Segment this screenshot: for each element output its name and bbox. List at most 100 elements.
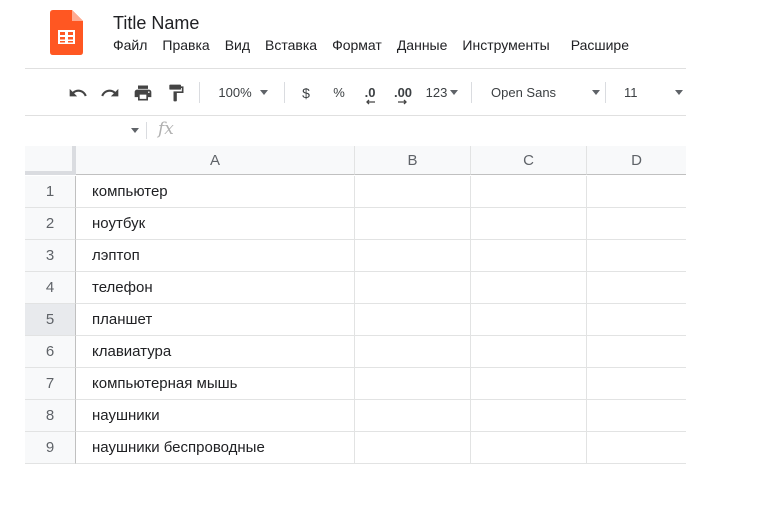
row-header-selected[interactable]: 5 [25,304,76,336]
table-row: 8 наушники [25,400,686,432]
toolbar-separator [605,82,606,103]
cell-c5[interactable] [471,304,587,336]
row-header[interactable]: 6 [25,336,76,368]
cell-a9[interactable]: наушники беспроводные [76,432,355,464]
cell-b9[interactable] [355,432,471,464]
column-header-c[interactable]: C [471,146,587,175]
paint-format-button[interactable] [163,70,189,115]
cell-d4[interactable] [587,272,686,304]
print-button[interactable] [130,70,156,115]
formula-input[interactable] [185,116,685,145]
header-divider [25,68,686,69]
name-box[interactable] [25,116,143,145]
cell-d9[interactable] [587,432,686,464]
zoom-value: 100% [218,85,252,100]
cell-d2[interactable] [587,208,686,240]
cell-c6[interactable] [471,336,587,368]
menu-data[interactable]: Данные [397,37,448,53]
cell-c2[interactable] [471,208,587,240]
sheets-logo-icon[interactable] [50,10,83,55]
redo-icon [101,88,119,96]
cell-b1[interactable] [355,176,471,208]
cell-d6[interactable] [587,336,686,368]
table-row: 4 телефон [25,272,686,304]
currency-format-button[interactable]: $ [296,70,316,115]
column-header-b[interactable]: B [355,146,471,175]
cell-d5[interactable] [587,304,686,336]
chevron-down-icon [592,90,600,95]
toolbar-separator [284,82,285,103]
toolbar-separator [199,82,200,103]
arrow-left-icon [366,99,375,105]
font-select[interactable]: Open Sans [482,70,600,115]
spreadsheet-grid: A B C D 1 компьютер 2 ноутбук 3 лэптоп 4… [25,146,686,465]
cell-c4[interactable] [471,272,587,304]
cell-a7[interactable]: компьютерная мышь [76,368,355,400]
column-header-a[interactable]: A [76,146,355,175]
paint-format-icon [169,84,184,101]
cell-a5[interactable]: планшет [76,304,355,336]
menu-bar: Файл Правка Вид Вставка Формат Данные Ин… [113,37,629,53]
row-header[interactable]: 9 [25,432,76,464]
menu-view[interactable]: Вид [225,37,250,53]
cell-d3[interactable] [587,240,686,272]
more-formats-button[interactable]: 123 [422,70,462,115]
cell-a8[interactable]: наушники [76,400,355,432]
menu-tools[interactable]: Инструменты [462,37,549,53]
select-all-corner[interactable] [25,146,76,175]
undo-button[interactable] [65,70,91,115]
row-header[interactable]: 7 [25,368,76,400]
menu-file[interactable]: Файл [113,37,147,53]
cell-c7[interactable] [471,368,587,400]
cell-b3[interactable] [355,240,471,272]
cell-b5[interactable] [355,304,471,336]
cell-b6[interactable] [355,336,471,368]
chevron-down-icon [259,90,268,95]
cell-b8[interactable] [355,400,471,432]
cell-b2[interactable] [355,208,471,240]
undo-icon [69,88,87,96]
menu-edit[interactable]: Правка [162,37,209,53]
cell-a2[interactable]: ноутбук [76,208,355,240]
cell-d8[interactable] [587,400,686,432]
fx-icon: fx [158,119,174,139]
decrease-decimal-button[interactable]: .0 [357,70,383,115]
cell-a3[interactable]: лэптоп [76,240,355,272]
table-row: 7 компьютерная мышь [25,368,686,400]
arrow-right-icon [398,99,407,105]
cell-b4[interactable] [355,272,471,304]
row-header[interactable]: 2 [25,208,76,240]
table-row: 9 наушники беспроводные [25,432,686,464]
cell-d1[interactable] [587,176,686,208]
decrease-decimal-label: .0 [364,85,376,100]
column-header-d[interactable]: D [587,146,686,175]
menu-format[interactable]: Формат [332,37,382,53]
row-header[interactable]: 3 [25,240,76,272]
cell-c9[interactable] [471,432,587,464]
cell-a1[interactable]: компьютер [76,176,355,208]
table-row: 6 клавиатура [25,336,686,368]
cell-a4[interactable]: телефон [76,272,355,304]
chevron-down-icon [131,128,139,133]
cell-a6[interactable]: клавиатура [76,336,355,368]
cell-c3[interactable] [471,240,587,272]
document-title[interactable]: Title Name [113,13,199,34]
row-header[interactable]: 8 [25,400,76,432]
formula-separator [146,122,147,139]
menu-extensions[interactable]: Расшире [571,37,629,53]
cell-c1[interactable] [471,176,587,208]
font-size-select[interactable]: 11 [615,70,683,115]
table-row: 5 планшет [25,304,686,336]
cell-d7[interactable] [587,368,686,400]
table-row: 3 лэптоп [25,240,686,272]
font-size-value: 11 [624,85,638,100]
zoom-select[interactable]: 100% [208,70,278,115]
redo-button[interactable] [97,70,123,115]
row-header[interactable]: 1 [25,176,76,208]
percent-format-button[interactable]: % [329,70,349,115]
increase-decimal-button[interactable]: .00 [390,70,416,115]
row-header[interactable]: 4 [25,272,76,304]
cell-b7[interactable] [355,368,471,400]
menu-insert[interactable]: Вставка [265,37,317,53]
cell-c8[interactable] [471,400,587,432]
